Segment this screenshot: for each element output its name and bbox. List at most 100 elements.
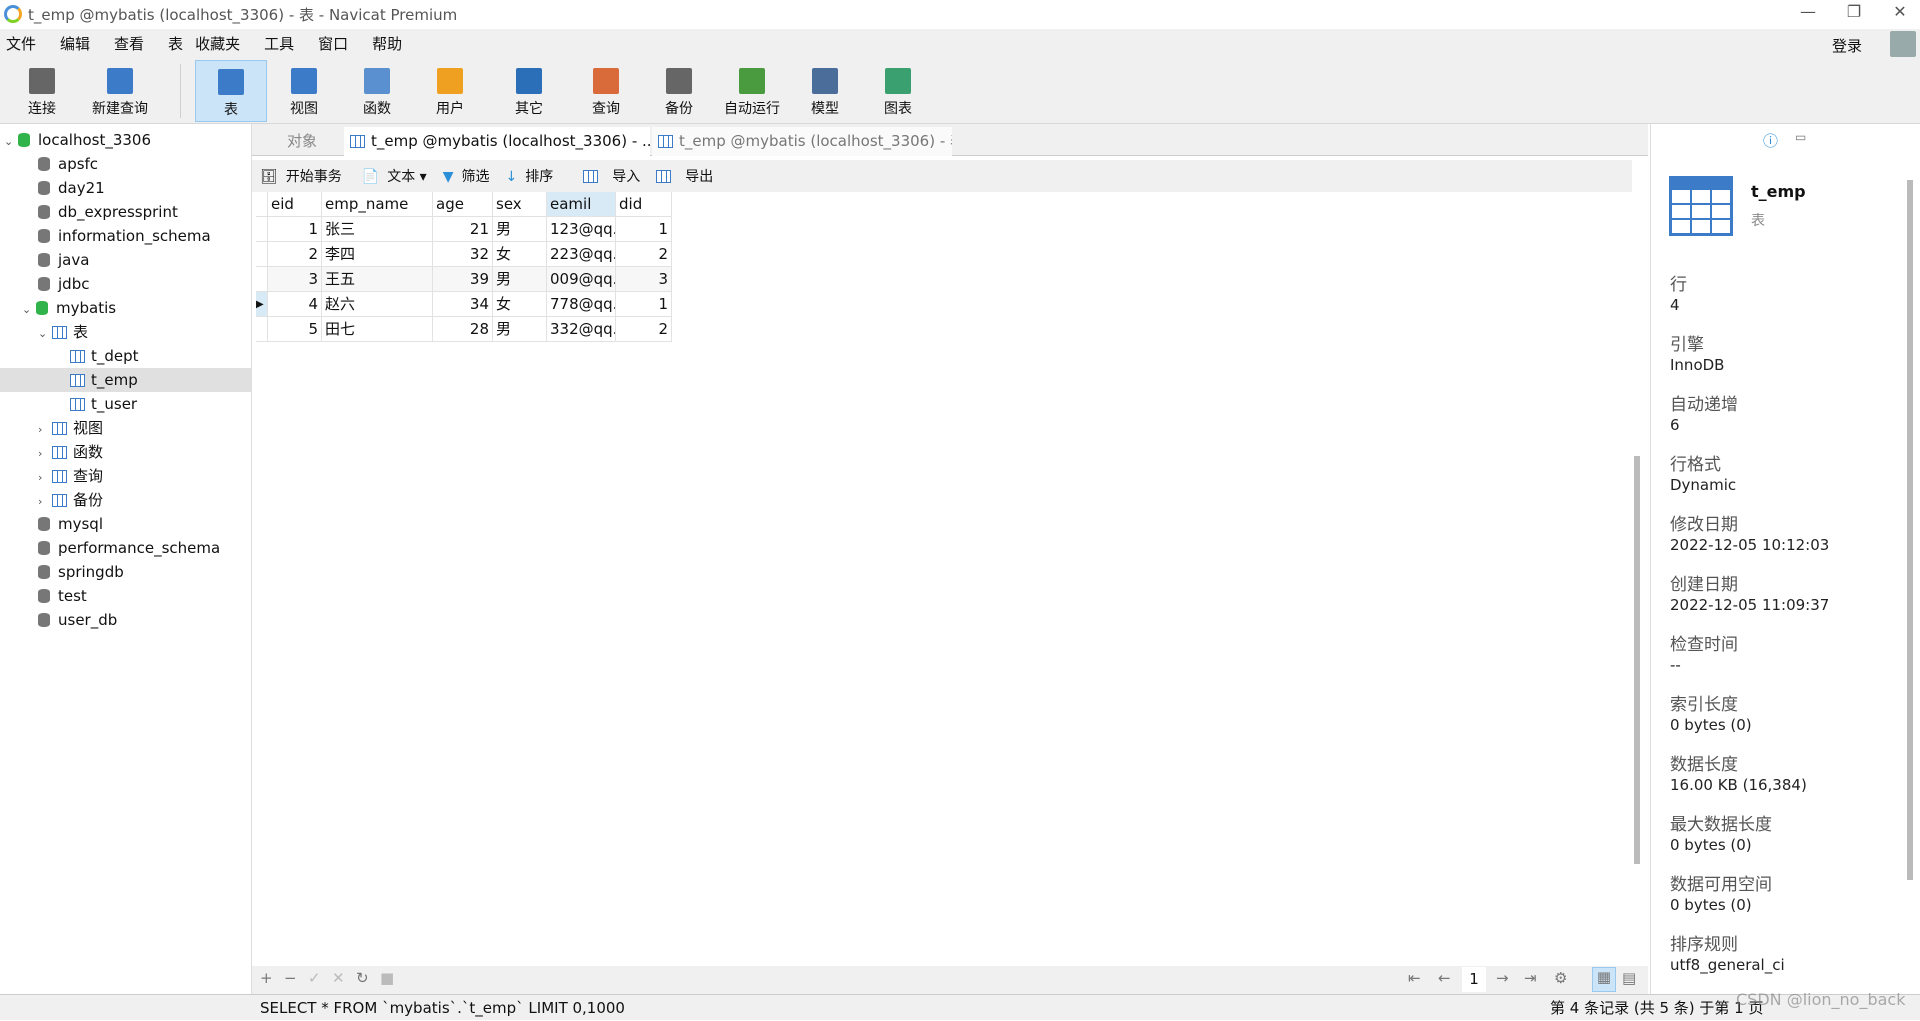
tree-group[interactable]: › 函数 <box>38 440 103 464</box>
tree-database[interactable]: db_expressprint <box>24 200 178 224</box>
tree-table[interactable]: t_user <box>56 392 137 416</box>
tree-database[interactable]: test <box>24 584 87 608</box>
row-header[interactable] <box>256 242 268 267</box>
delete-row-button[interactable]: − <box>284 969 297 987</box>
tree-database[interactable]: day21 <box>24 176 105 200</box>
import-button[interactable]: 导入 <box>575 166 640 186</box>
grid-view-button[interactable]: ▦ <box>1592 967 1616 992</box>
page-number-input[interactable]: 1 <box>1462 967 1486 992</box>
minimize-button[interactable]: — <box>1788 2 1828 26</box>
column-header-age[interactable]: age <box>433 192 493 217</box>
first-page-button[interactable]: ⇤ <box>1408 969 1421 987</box>
toolbar-tools-button[interactable]: 其它 <box>493 60 565 122</box>
text-button[interactable]: 📄 文本 ▾ <box>362 166 427 186</box>
tree-database[interactable]: user_db <box>24 608 117 632</box>
cell-emp_name[interactable]: 田七 <box>322 317 433 342</box>
menu-table[interactable]: 表 <box>168 33 183 54</box>
cell-did[interactable]: 2 <box>616 317 672 342</box>
tree-group[interactable]: › 查询 <box>38 464 103 488</box>
tab-table-data[interactable]: t_emp @mybatis (localhost_3306) - ... <box>344 127 650 156</box>
tree-tables-group[interactable]: ⌄ 表 <box>38 320 88 344</box>
chevron-down-icon[interactable]: ⌄ <box>4 130 18 154</box>
sort-button[interactable]: ↓ 排序 <box>497 166 553 186</box>
tree-database[interactable]: springdb <box>24 560 124 584</box>
cell-eid[interactable]: 5 <box>268 317 322 342</box>
prev-page-button[interactable]: ← <box>1438 969 1451 987</box>
column-header-emp_name[interactable]: emp_name <box>322 192 433 217</box>
tree-group[interactable]: › 备份 <box>38 488 103 512</box>
discard-button[interactable]: ✕ <box>332 969 345 987</box>
tree-database-open[interactable]: ⌄ mybatis <box>22 296 116 320</box>
tab-table-design[interactable]: t_emp @mybatis (localhost_3306) - 表 <box>652 127 952 156</box>
toolbar-schedule-button[interactable]: 自动运行 <box>716 60 788 122</box>
toolbar-model-button[interactable]: 模型 <box>789 60 861 122</box>
export-button[interactable]: 导出 <box>648 166 713 186</box>
close-button[interactable]: ✕ <box>1880 2 1920 26</box>
info-icon[interactable]: ⓘ <box>1763 130 1778 151</box>
toolbar-backup-button[interactable]: 备份 <box>643 60 715 122</box>
cell-emp_name[interactable]: 张三 <box>322 217 433 242</box>
menu-file[interactable]: 文件 <box>6 33 36 54</box>
chevron-right-icon[interactable]: › <box>38 466 52 490</box>
cell-age[interactable]: 39 <box>433 267 493 292</box>
cell-eamil[interactable]: 332@qq. <box>547 317 616 342</box>
panel-scrollbar[interactable] <box>1907 180 1913 880</box>
vertical-scrollbar[interactable] <box>1634 456 1640 864</box>
cell-sex[interactable]: 女 <box>493 292 547 317</box>
cell-eamil[interactable]: 778@qq. <box>547 292 616 317</box>
tree-table[interactable]: t_dept <box>56 344 139 368</box>
avatar[interactable] <box>1890 31 1916 57</box>
cell-eid[interactable]: 1 <box>268 217 322 242</box>
menu-view[interactable]: 查看 <box>114 33 144 54</box>
chevron-down-icon[interactable]: ⌄ <box>22 298 36 322</box>
toolbar-new-query-button[interactable]: 新建查询 <box>84 60 156 122</box>
row-header[interactable] <box>256 267 268 292</box>
login-link[interactable]: 登录 <box>1832 35 1862 56</box>
menu-window[interactable]: 窗口 <box>318 33 348 54</box>
cell-eid[interactable]: 3 <box>268 267 322 292</box>
tab-objects[interactable]: 对象 <box>262 127 342 156</box>
cell-age[interactable]: 34 <box>433 292 493 317</box>
restore-button[interactable]: ❐ <box>1834 2 1874 26</box>
tree-connection[interactable]: ⌄ localhost_3306 <box>4 128 151 152</box>
row-header[interactable] <box>256 217 268 242</box>
tree-database[interactable]: information_schema <box>24 224 211 248</box>
menu-edit[interactable]: 编辑 <box>60 33 90 54</box>
cell-did[interactable]: 1 <box>616 217 672 242</box>
toolbar-view-button[interactable]: 视图 <box>268 60 340 122</box>
cell-eamil[interactable]: 009@qq. <box>547 267 616 292</box>
cell-sex[interactable]: 女 <box>493 242 547 267</box>
stop-button[interactable]: ■ <box>380 969 394 987</box>
toolbar-user-button[interactable]: 用户 <box>414 60 486 122</box>
cell-did[interactable]: 3 <box>616 267 672 292</box>
cell-eamil[interactable]: 123@qq. <box>547 217 616 242</box>
ddl-icon[interactable]: ▭ <box>1795 130 1806 144</box>
cell-age[interactable]: 21 <box>433 217 493 242</box>
menu-tools[interactable]: 工具 <box>264 33 294 54</box>
toolbar-chart-button[interactable]: 图表 <box>862 60 934 122</box>
chevron-right-icon[interactable]: › <box>38 442 52 466</box>
tree-database[interactable]: jdbc <box>24 272 89 296</box>
tree-database[interactable]: mysql <box>24 512 103 536</box>
form-view-button[interactable]: ▤ <box>1622 969 1636 987</box>
menu-help[interactable]: 帮助 <box>372 33 402 54</box>
column-header-eamil[interactable]: eamil <box>547 192 616 217</box>
cell-emp_name[interactable]: 李四 <box>322 242 433 267</box>
cell-eid[interactable]: 4 <box>268 292 322 317</box>
cell-did[interactable]: 1 <box>616 292 672 317</box>
chevron-down-icon[interactable]: ⌄ <box>38 322 52 346</box>
menu-favorites[interactable]: 收藏夹 <box>195 33 240 54</box>
column-header-did[interactable]: did <box>616 192 672 217</box>
tree-database[interactable]: apsfc <box>24 152 98 176</box>
column-header-eid[interactable]: eid <box>268 192 322 217</box>
cell-eid[interactable]: 2 <box>268 242 322 267</box>
next-page-button[interactable]: → <box>1496 969 1509 987</box>
tree-group[interactable]: › 视图 <box>38 416 103 440</box>
filter-button[interactable]: ▼ 筛选 <box>435 166 490 186</box>
row-header[interactable] <box>256 317 268 342</box>
cell-did[interactable]: 2 <box>616 242 672 267</box>
last-page-button[interactable]: ⇥ <box>1524 969 1537 987</box>
cell-age[interactable]: 32 <box>433 242 493 267</box>
tree-database[interactable]: performance_schema <box>24 536 220 560</box>
settings-icon[interactable]: ⚙ <box>1554 969 1567 987</box>
